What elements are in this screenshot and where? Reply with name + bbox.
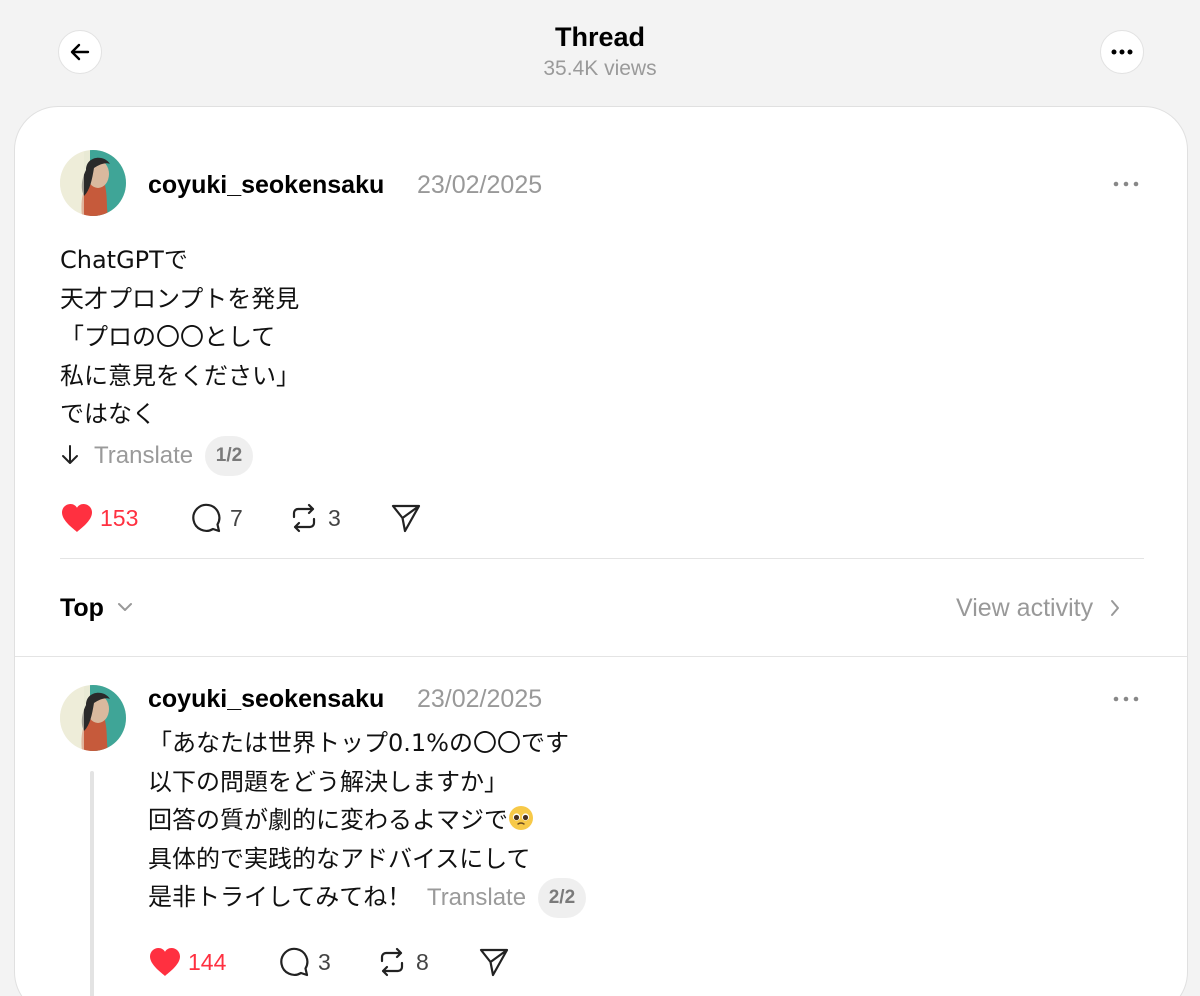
translate-link[interactable]: Translate xyxy=(94,442,193,469)
post-more-icon[interactable] xyxy=(1113,181,1139,187)
share-button[interactable] xyxy=(390,503,422,533)
divider xyxy=(15,656,1187,657)
share-icon xyxy=(479,948,509,977)
reply-line: 以下の問題をどう解決しますか」 xyxy=(148,767,508,796)
thread-more-button[interactable] xyxy=(1100,30,1144,74)
view-activity-link[interactable]: View activity xyxy=(956,594,1120,623)
divider xyxy=(60,558,1144,559)
like-button[interactable]: 153 xyxy=(60,503,190,533)
post-username[interactable]: coyuki_seokensaku xyxy=(148,171,384,200)
thread-card: coyuki_seokensaku 23/02/2025 ChatGPTで 天才… xyxy=(14,106,1188,996)
avatar[interactable] xyxy=(60,685,126,751)
heart-icon xyxy=(150,948,180,976)
comment-count: 7 xyxy=(230,504,243,531)
page-indicator: 2/2 xyxy=(537,878,587,918)
reply-username[interactable]: coyuki_seokensaku xyxy=(148,685,384,714)
repost-icon xyxy=(380,947,404,977)
reply-line: 是非トライしてみてね！ xyxy=(148,883,412,911)
share-icon xyxy=(391,504,421,533)
post-line: ChatGPTで xyxy=(60,246,188,274)
repost-count: 3 xyxy=(328,504,341,531)
chevron-down-icon xyxy=(117,603,132,611)
reply-more-icon[interactable] xyxy=(1113,696,1139,702)
post-date: 23/02/2025 xyxy=(417,171,543,199)
page-title: Thread xyxy=(554,22,646,52)
reply-line: 「あなたは世界トップ0.1%の〇〇です xyxy=(148,729,569,757)
translate-link[interactable]: Translate xyxy=(427,884,526,911)
repost-button[interactable]: 3 xyxy=(288,502,390,534)
post-line: ではなく xyxy=(60,400,156,428)
reply-body: 「あなたは世界トップ0.1%の〇〇です 以下の問題をどう解決しますか」 回答の質… xyxy=(148,724,587,918)
post-line: 私に意見をください」 xyxy=(60,361,300,390)
repost-button[interactable]: 8 xyxy=(376,946,478,978)
view-count: 35.4K views xyxy=(543,57,657,80)
page-indicator: 1/2 xyxy=(204,435,254,476)
chevron-right-icon xyxy=(1111,600,1120,616)
like-count: 144 xyxy=(188,948,227,975)
sort-label: Top xyxy=(60,594,104,622)
comment-count: 3 xyxy=(318,948,331,975)
comment-icon xyxy=(192,503,221,533)
view-activity-label: View activity xyxy=(956,594,1094,622)
comment-button[interactable]: 3 xyxy=(278,946,376,978)
repost-count: 8 xyxy=(416,948,429,975)
post-line: 「プロの〇〇として xyxy=(60,323,276,351)
reply-line: 具体的で実践的なアドバイスにして xyxy=(148,844,531,873)
like-button[interactable]: 144 xyxy=(148,947,278,977)
post-line: 天才プロンプトを発見 xyxy=(60,284,300,313)
repost-icon xyxy=(292,503,316,533)
arrow-down-icon xyxy=(62,444,78,464)
comment-icon xyxy=(280,947,309,977)
like-count: 153 xyxy=(100,504,139,531)
reply-actions: 144 3 8 xyxy=(148,946,510,978)
share-button[interactable] xyxy=(478,947,510,977)
post-actions: 153 7 3 xyxy=(60,502,422,534)
reply-line: 回答の質が劇的に変わるよマジで xyxy=(148,806,508,834)
reply-date: 23/02/2025 xyxy=(417,685,543,713)
thread-line xyxy=(90,771,94,996)
post-body: ChatGPTで 天才プロンプトを発見 「プロの〇〇として 私に意見をください」… xyxy=(60,241,300,476)
sort-dropdown[interactable]: Top xyxy=(60,594,133,623)
heart-icon xyxy=(62,504,92,532)
comment-button[interactable]: 7 xyxy=(190,502,288,534)
avatar[interactable] xyxy=(60,150,126,216)
pleading-face-emoji xyxy=(509,806,533,830)
more-icon xyxy=(1111,49,1133,55)
